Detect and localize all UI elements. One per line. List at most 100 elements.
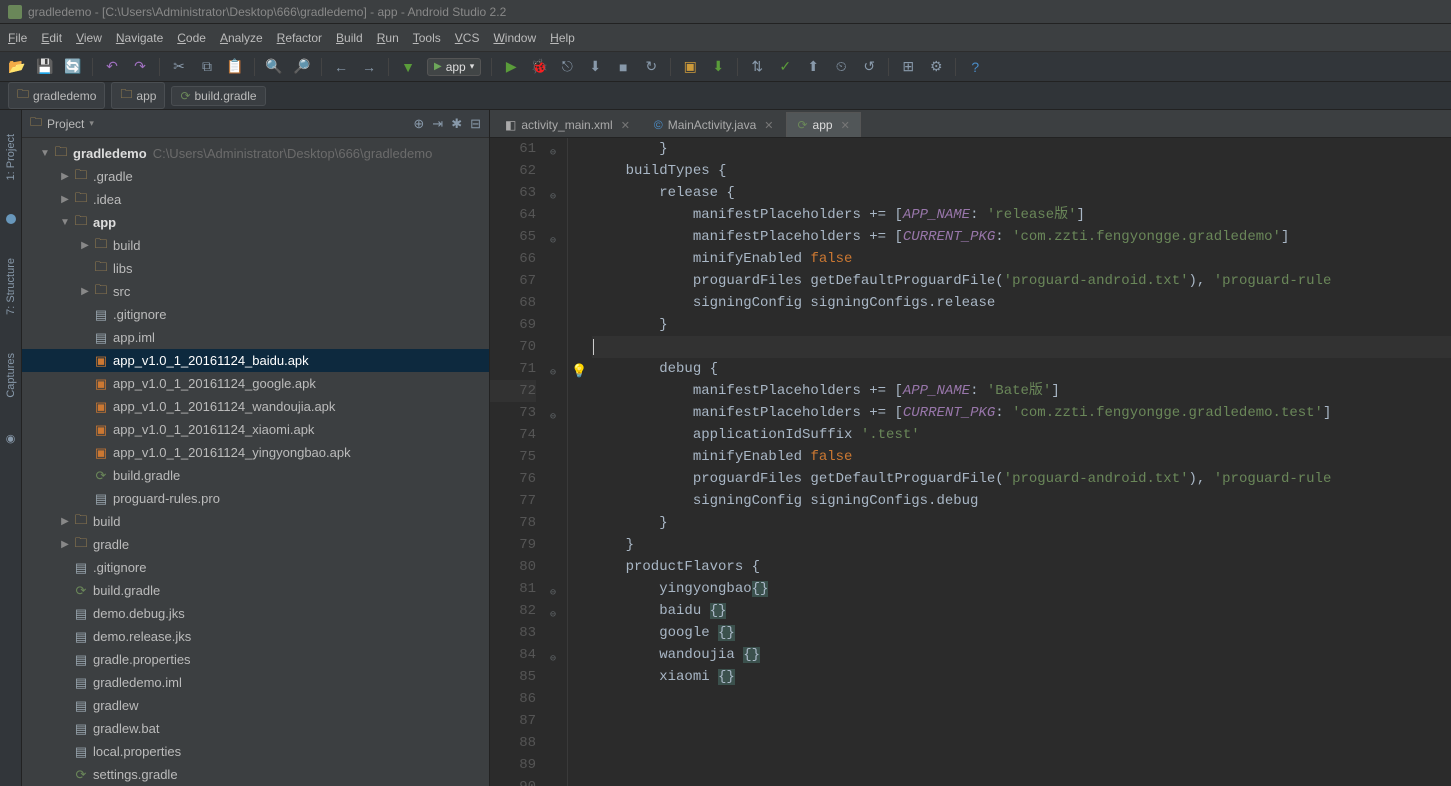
code-area[interactable]: 6162636465666768697071727374757677787980… [490, 138, 1451, 786]
close-icon[interactable]: ✕ [621, 119, 630, 132]
sync-icon[interactable]: 🔄 [64, 58, 82, 76]
fold-mark[interactable]: ⊖ [550, 143, 562, 165]
menu-view[interactable]: View [76, 31, 102, 45]
fold-mark[interactable]: ⊖ [550, 605, 562, 627]
menu-help[interactable]: Help [550, 31, 575, 45]
redo-icon[interactable]: ↷ [131, 58, 149, 76]
dropdown-icon[interactable]: ▾ [89, 118, 94, 129]
debug-icon[interactable]: 🐞 [530, 58, 548, 76]
menu-analyze[interactable]: Analyze [220, 31, 263, 45]
avd-icon[interactable]: ▣ [681, 58, 699, 76]
fold-mark[interactable]: ⊖ [550, 583, 562, 605]
editor-tab-app[interactable]: ⟳app✕ [786, 112, 860, 137]
tree-item-build-gradle[interactable]: ⟳build.gradle [22, 579, 489, 602]
tree-item-gradle[interactable]: ▶🗀gradle [22, 533, 489, 556]
paste-icon[interactable]: 📋 [226, 58, 244, 76]
menu-window[interactable]: Window [493, 31, 536, 45]
bulb-icon[interactable]: 💡 [571, 361, 587, 383]
structure-icon[interactable]: ⊞ [899, 58, 917, 76]
tree-item-app-v1-0-1-20161124-baidu-apk[interactable]: ▣app_v1.0_1_20161124_baidu.apk [22, 349, 489, 372]
vcs-revert-icon[interactable]: ↺ [860, 58, 878, 76]
vcs-icon[interactable]: ⇅ [748, 58, 766, 76]
back-icon[interactable]: ← [332, 58, 350, 76]
code-content[interactable]: } buildTypes { release { manifestPlaceho… [588, 138, 1451, 786]
tree-item-proguard-rules-pro[interactable]: ▤proguard-rules.pro [22, 487, 489, 510]
find-icon[interactable]: 🔍 [265, 58, 283, 76]
breadcrumb-build.gradle[interactable]: ⟳build.gradle [171, 86, 265, 106]
hide-icon[interactable]: ⊟ [470, 116, 481, 132]
copy-icon[interactable]: ⧉ [198, 58, 216, 76]
menu-code[interactable]: Code [177, 31, 206, 45]
menu-run[interactable]: Run [377, 31, 399, 45]
captures-tool-tab[interactable]: Captures [3, 349, 19, 402]
tree-item-gradlew[interactable]: ▤gradlew [22, 694, 489, 717]
menu-vcs[interactable]: VCS [455, 31, 480, 45]
tree-item--idea[interactable]: ▶🗀.idea [22, 188, 489, 211]
profile-icon[interactable]: ⎋ [558, 58, 576, 76]
project-tool-tab[interactable]: 1: Project [3, 130, 19, 184]
forward-icon[interactable]: → [360, 58, 378, 76]
tree-item--gitignore[interactable]: ▤.gitignore [22, 556, 489, 579]
settings-icon[interactable]: ⚙ [927, 58, 945, 76]
open-icon[interactable]: 📂 [8, 58, 26, 76]
tree-item-app-iml[interactable]: ▤app.iml [22, 326, 489, 349]
vcs-history-icon[interactable]: ⏲ [832, 58, 850, 76]
vcs-commit-icon[interactable]: ✓ [776, 58, 794, 76]
run-config-selector[interactable]: ▶ app ▾ [427, 58, 481, 76]
menu-refactor[interactable]: Refactor [277, 31, 322, 45]
fold-gutter[interactable]: ⊖⊖⊖⊖⊖⊖⊖⊖ [546, 138, 568, 786]
editor-tab-mainactivity-java[interactable]: ©MainActivity.java✕ [643, 112, 785, 137]
attach-icon[interactable]: ⬇ [586, 58, 604, 76]
save-icon[interactable]: 💾 [36, 58, 54, 76]
tree-item-build[interactable]: ▶🗀build [22, 510, 489, 533]
scroll-from-icon[interactable]: ⇥ [432, 116, 443, 132]
fold-mark[interactable]: ⊖ [550, 407, 562, 429]
breadcrumb-app[interactable]: 🗀app [111, 82, 165, 109]
sdk-icon[interactable]: ⬇ [709, 58, 727, 76]
tree-item-gradledemo-iml[interactable]: ▤gradledemo.iml [22, 671, 489, 694]
tree-item-local-properties[interactable]: ▤local.properties [22, 740, 489, 763]
make-icon[interactable]: ▼ [399, 58, 417, 76]
fold-mark[interactable]: ⊖ [550, 187, 562, 209]
menu-file[interactable]: File [8, 31, 27, 45]
close-icon[interactable]: ✕ [841, 119, 850, 132]
menu-navigate[interactable]: Navigate [116, 31, 163, 45]
fold-mark[interactable]: ⊖ [550, 231, 562, 253]
tree-item-build-gradle[interactable]: ⟳build.gradle [22, 464, 489, 487]
tree-item-gradlew-bat[interactable]: ▤gradlew.bat [22, 717, 489, 740]
run-icon[interactable]: ▶ [502, 58, 520, 76]
restart-icon[interactable]: ↻ [642, 58, 660, 76]
tree-item-app[interactable]: ▼🗀app [22, 211, 489, 234]
settings-gear-icon[interactable]: ✱ [451, 116, 462, 132]
tree-item-app-v1-0-1-20161124-xiaomi-apk[interactable]: ▣app_v1.0_1_20161124_xiaomi.apk [22, 418, 489, 441]
tree-item-demo-debug-jks[interactable]: ▤demo.debug.jks [22, 602, 489, 625]
editor-tab-activity-main-xml[interactable]: ◧activity_main.xml✕ [494, 112, 641, 137]
tree-item-libs[interactable]: 🗀libs [22, 257, 489, 280]
tree-item-gradle-properties[interactable]: ▤gradle.properties [22, 648, 489, 671]
fold-mark[interactable]: ⊖ [550, 649, 562, 671]
close-icon[interactable]: ✕ [764, 119, 773, 132]
tree-item--gradle[interactable]: ▶🗀.gradle [22, 165, 489, 188]
undo-icon[interactable]: ↶ [103, 58, 121, 76]
project-tree[interactable]: ▼🗀gradledemoC:\Users\Administrator\Deskt… [22, 138, 489, 786]
collapse-icon[interactable]: ⊕ [413, 116, 424, 132]
tree-item-settings-gradle[interactable]: ⟳settings.gradle [22, 763, 489, 786]
tree-item-src[interactable]: ▶🗀src [22, 280, 489, 303]
tree-item-app-v1-0-1-20161124-google-apk[interactable]: ▣app_v1.0_1_20161124_google.apk [22, 372, 489, 395]
tree-item-demo-release-jks[interactable]: ▤demo.release.jks [22, 625, 489, 648]
replace-icon[interactable]: 🔎 [293, 58, 311, 76]
tree-item--gitignore[interactable]: ▤.gitignore [22, 303, 489, 326]
tree-item-app-v1-0-1-20161124-yingyongbao-apk[interactable]: ▣app_v1.0_1_20161124_yingyongbao.apk [22, 441, 489, 464]
structure-tool-tab[interactable]: 7: Structure [3, 254, 19, 319]
cut-icon[interactable]: ✂ [170, 58, 188, 76]
menu-build[interactable]: Build [336, 31, 363, 45]
vcs-update-icon[interactable]: ⬆ [804, 58, 822, 76]
breadcrumb-gradledemo[interactable]: 🗀gradledemo [8, 82, 105, 109]
menu-tools[interactable]: Tools [413, 31, 441, 45]
stop-icon[interactable]: ■ [614, 58, 632, 76]
tree-item-build[interactable]: ▶🗀build [22, 234, 489, 257]
tree-item-app-v1-0-1-20161124-wandoujia-apk[interactable]: ▣app_v1.0_1_20161124_wandoujia.apk [22, 395, 489, 418]
tree-item-gradledemo[interactable]: ▼🗀gradledemoC:\Users\Administrator\Deskt… [22, 142, 489, 165]
help-icon[interactable]: ? [966, 58, 984, 76]
menu-edit[interactable]: Edit [41, 31, 62, 45]
